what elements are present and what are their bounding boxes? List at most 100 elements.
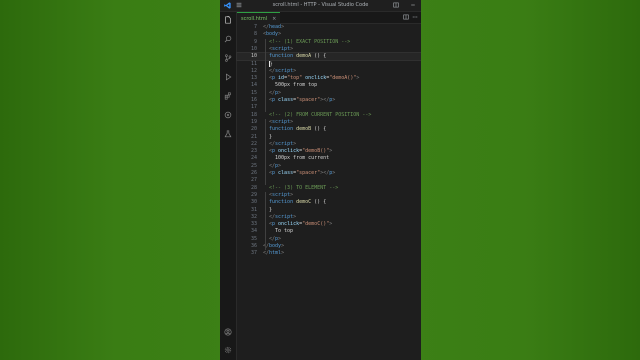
indent-guide [265,38,266,112]
title-bar: scroll.html - HTTP - Visual Studio Code [220,0,421,12]
line-number: 36 [250,243,257,249]
layout-icon[interactable] [393,2,399,8]
code-text: <body> [263,31,281,38]
code-text: } [269,134,272,141]
minimize-icon[interactable] [410,2,416,8]
token: 100px from current [275,155,330,162]
line-number: 7 [253,24,257,30]
code-line[interactable]: 7 </head> [237,24,421,31]
remote-icon[interactable] [224,111,232,119]
source-control-icon[interactable] [224,54,232,62]
token: script [275,140,294,147]
token: 500px from top [275,82,318,89]
close-icon[interactable]: × [272,16,276,22]
code-text: </head> [263,24,284,31]
token: <!-- (3) TO ELEMENT --> [269,184,339,191]
code-text: </p> [269,163,281,170]
more-actions-icon[interactable] [412,14,418,20]
code-line[interactable]: 37 </html> [237,250,421,257]
line-number: 11 [250,60,257,67]
token: "top" [287,75,303,82]
token: class [275,170,294,176]
token: "spacer" [296,170,321,176]
code-text: </script> [269,68,296,75]
token: script [272,45,291,52]
code-text: <script> [269,192,293,199]
line-number: 29 [250,191,257,198]
code-line[interactable]: 28 <!-- (3) TO ELEMENT --> [237,185,421,192]
vscode-window: scroll.html - HTTP - Visual Studio Code [220,0,421,360]
token: "spacer" [296,97,321,103]
token: script [272,118,291,125]
code-text: function demoA () { [269,53,326,60]
line-number: 12 [250,67,257,74]
token: class [275,97,294,103]
code-text: function demoC () { [269,199,326,206]
line-number: 27 [250,177,257,184]
token: demoC [296,199,312,206]
token: > [332,170,336,176]
token: () { [311,126,327,133]
search-icon[interactable] [224,35,232,43]
line-number: 15 [250,89,257,96]
run-debug-icon[interactable] [224,73,232,81]
menu-icon[interactable] [236,2,242,8]
line-number: 21 [250,133,257,140]
line-number: 30 [250,199,257,206]
line-number: 9 [253,38,257,45]
tab-scroll-html[interactable]: scroll.html × [237,12,281,24]
token: <!-- (1) EXACT POSITION --> [269,38,351,45]
code-text: <!-- (1) EXACT POSITION --> [269,39,350,46]
testing-icon[interactable] [224,130,232,138]
code-text: <p id="top" onclick="demoA()"> [269,75,359,82]
line-number: 26 [250,170,257,176]
code-text: <!-- (3) TO ELEMENT --> [269,185,338,192]
code-text: <p class="spacer"></p> [269,170,335,177]
activity-bar [220,12,237,360]
token: id [275,75,285,82]
token: function [269,126,297,133]
line-number: 18 [250,111,257,118]
line-number: 34 [250,228,257,235]
token: "demoC()" [302,221,330,228]
code-line[interactable]: 8 <body> [237,31,421,38]
token: } [269,206,273,213]
settings-gear-icon[interactable] [224,346,232,354]
code-editor[interactable]: 7 </head> 8 <body> 9 <!-- (1) EXACT POSITION … [236,24,421,360]
split-editor-icon[interactable] [403,14,409,20]
files-icon[interactable] [224,16,232,24]
code-line[interactable]: 18 <!-- (2) FROM CURRENT POSITION --> [237,112,421,119]
line-number: 23 [250,148,257,155]
window-title: scroll.html - HTTP - Visual Studio Code [272,2,369,8]
token: } [269,61,273,67]
code-text: <script> [269,46,293,53]
code-text: 500px from top [275,82,317,89]
code-text: } [269,207,272,214]
token: demoA [296,53,312,60]
line-number: 20 [250,126,257,133]
account-icon[interactable] [224,328,232,336]
line-number: 19 [250,118,257,125]
code-text: </script> [269,141,296,148]
extensions-icon[interactable] [224,92,232,100]
line-number: 10 [250,45,257,52]
code-text: <p class="spacer"></p> [269,97,335,104]
token: head [269,24,282,30]
code-text: To top [275,228,293,235]
code-text: </script> [269,214,296,221]
line-number: 35 [250,235,257,242]
code-text: </p> [269,90,281,97]
token: > [356,75,360,82]
code-text: <!-- (2) FROM CURRENT POSITION --> [269,112,371,119]
token: ></ [320,170,330,176]
indent-guide [265,118,266,185]
token: "demoA()" [329,75,357,82]
code-text: </html> [263,250,284,257]
code-text: function demoB () { [269,126,326,133]
token: > [278,89,282,96]
editor-tab-bar: scroll.html × [237,12,421,24]
code-text: </body> [263,243,284,250]
line-number: 16 [250,97,257,103]
line-number: 33 [250,221,257,228]
line-number: 25 [250,162,257,169]
